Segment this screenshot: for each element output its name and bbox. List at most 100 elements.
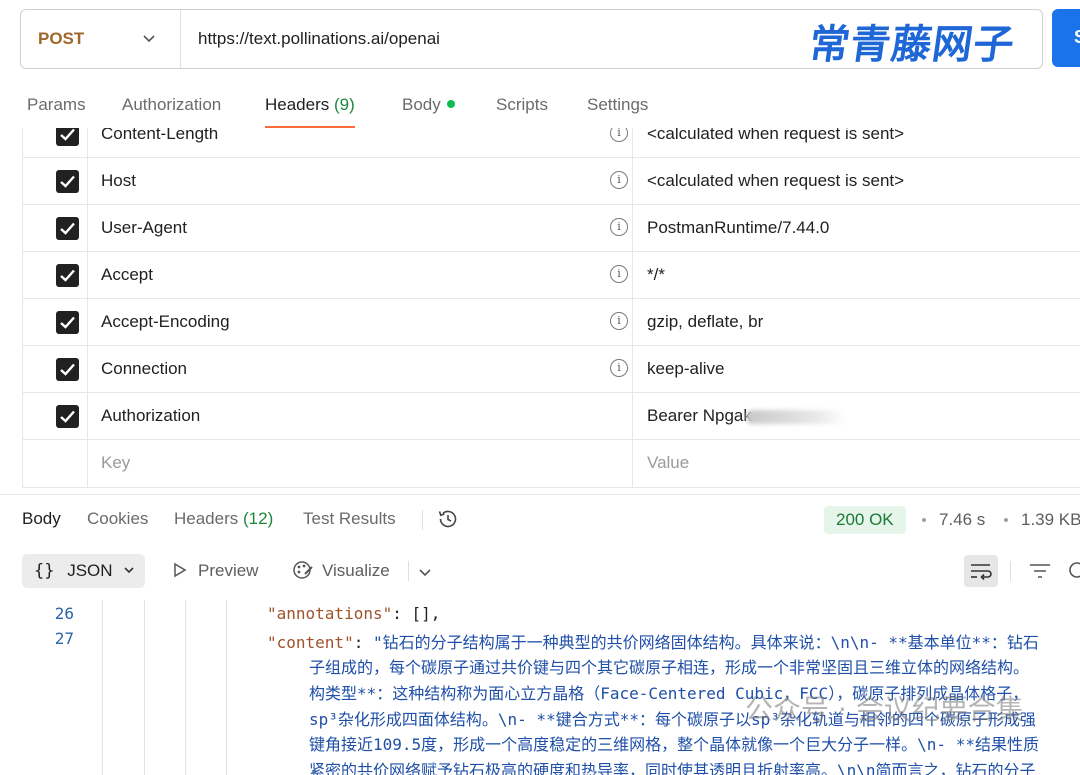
header-key[interactable]: Host [101,158,136,204]
header-row-authorization: Authorization Bearer Npgak [23,393,1080,440]
chevron-down-icon [143,35,155,43]
braces-icon: {} [34,561,55,581]
header-checkbox[interactable] [56,311,79,334]
resp-tab-headers[interactable]: Headers (12) [174,500,273,540]
tab-settings[interactable]: Settings [587,84,648,128]
info-icon[interactable]: i [610,312,628,330]
format-select[interactable]: {} JSON [22,554,145,588]
indent-guide [102,600,103,775]
watermark-text: 公众号 · 会议纪要合集 [745,693,1024,726]
header-key[interactable]: Authorization [101,393,200,439]
response-size[interactable]: 1.39 KB [1021,506,1080,534]
header-checkbox[interactable] [56,405,79,428]
tab-count: (9) [334,95,355,114]
toolbar-separator [1010,561,1011,581]
checkmark-icon [60,222,75,235]
json-key: "annotations" [267,604,393,623]
url-input[interactable]: https://text.pollinations.ai/openai [181,29,440,49]
resp-tab-test-results[interactable]: Test Results [303,500,396,540]
search-icon[interactable] [1064,559,1080,583]
header-checkbox[interactable] [56,217,79,240]
checkmark-icon [60,363,75,376]
preview-label: Preview [198,561,259,580]
checkmark-icon [60,269,75,282]
header-key[interactable]: Accept-Encoding [101,299,230,345]
format-label: JSON [67,561,113,580]
play-icon [174,562,187,578]
header-value-cell[interactable]: Bearer Npgak [632,393,1080,439]
header-value[interactable]: <calculated when request is sent> [632,158,1080,204]
line-number: 27 [54,629,74,648]
toolbar-separator [408,561,409,581]
header-value[interactable]: gzip, deflate, br [632,299,1080,345]
checkbox-cell [23,346,88,392]
tab-params[interactable]: Params [27,84,86,128]
checkbox-cell [23,299,88,345]
indent-guide [226,600,227,775]
info-icon[interactable]: i [610,171,628,189]
chevron-down-icon[interactable] [418,565,432,579]
word-wrap-button[interactable] [964,555,998,587]
tab-label: Headers [174,509,239,528]
header-row-accept: Accept i */* [23,252,1080,299]
tab-label: Body [402,95,441,114]
header-key[interactable]: Connection [101,346,187,392]
status-badge[interactable]: 200 OK [824,506,906,534]
visualize-button[interactable]: Visualize [292,554,390,588]
header-key[interactable]: Accept [101,252,153,298]
tab-body[interactable]: Body [402,84,455,128]
visualize-icon [293,561,313,579]
info-icon[interactable]: i [610,265,628,283]
indent-guide [144,600,145,775]
resp-tab-cookies[interactable]: Cookies [87,500,148,540]
tab-label: Body [22,509,61,528]
preview-button[interactable]: Preview [172,554,258,588]
header-row-host: Host i <calculated when request is sent> [23,158,1080,205]
visualize-label: Visualize [322,561,390,580]
header-checkbox[interactable] [56,170,79,193]
header-value[interactable]: keep-alive [632,346,1080,392]
header-key[interactable]: Content-Length [101,128,218,157]
info-icon[interactable]: i [610,218,628,236]
line-number: 26 [54,604,74,623]
header-value[interactable]: PostmanRuntime/7.44.0 [632,205,1080,251]
new-key-input[interactable]: Key [101,440,130,487]
header-value: Bearer Npgak [647,406,752,425]
headers-table: Content-Length i <calculated when reques… [22,128,1080,488]
code-line-27: "content": "钻石的分子结构属于一种典型的共价网络固体结构。具体来说：… [267,629,1039,653]
modified-dot-icon [446,100,455,108]
tab-label: Params [27,95,86,114]
checkbox-cell [23,128,88,157]
tab-label: Headers [265,95,330,114]
history-icon[interactable] [436,507,460,531]
new-value-input[interactable]: Value [632,440,1080,487]
method-select[interactable]: POST [21,10,181,68]
info-icon[interactable]: i [610,359,628,377]
header-value[interactable]: <calculated when request is sent> [632,128,1080,157]
filter-icon[interactable] [1028,560,1052,582]
tab-scripts[interactable]: Scripts [496,84,548,128]
json-punct: : [353,633,373,652]
resp-tab-body[interactable]: Body [22,500,61,540]
tab-label: Test Results [303,509,396,528]
indent-guide [185,600,186,775]
tab-separator [422,510,423,530]
tab-authorization[interactable]: Authorization [122,84,221,128]
tab-label: Authorization [122,95,222,114]
tab-label: Settings [587,95,649,114]
response-divider [0,494,1080,495]
checkbox-cell [23,158,88,204]
wrap-icon [971,564,992,581]
checkbox-cell [23,440,88,487]
info-icon[interactable]: i [610,128,628,142]
tab-label: Cookies [87,509,149,528]
response-time[interactable]: 7.46 s [939,506,985,534]
header-checkbox[interactable] [56,264,79,287]
header-checkbox[interactable] [56,358,79,381]
meta-dot [922,518,926,522]
tab-headers[interactable]: Headers (9) [265,84,355,128]
send-button[interactable]: S [1052,9,1080,67]
header-value[interactable]: */* [632,252,1080,298]
header-key[interactable]: User-Agent [101,205,187,251]
header-checkbox[interactable] [56,128,79,146]
